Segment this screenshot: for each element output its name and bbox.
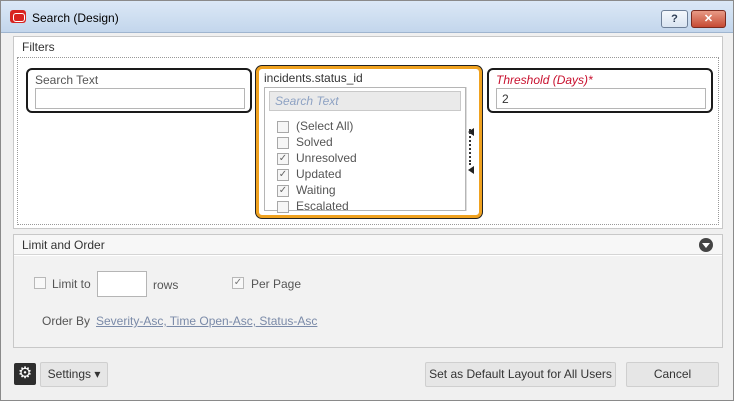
checkbox-escalated[interactable] — [277, 201, 289, 213]
window-title: Search (Design) — [32, 11, 119, 25]
cancel-button[interactable]: Cancel — [626, 362, 719, 387]
threshold-days-filter[interactable]: Threshold (Days)* — [487, 68, 713, 113]
limit-and-order-header[interactable]: Limit and Order — [14, 235, 722, 255]
arrow-left-icon — [468, 166, 474, 174]
filters-layout-area: Search Text incidents.status_id Search T… — [17, 57, 719, 225]
search-text-label: Search Text — [35, 73, 99, 87]
rows-label: rows — [153, 278, 179, 292]
rows-input[interactable] — [97, 271, 147, 297]
limit-to-label: Limit to — [52, 277, 91, 291]
settings-button[interactable]: Settings ▾ — [40, 362, 108, 387]
search-text-filter[interactable]: Search Text — [26, 68, 252, 113]
order-by-link[interactable]: Severity-Asc, Time Open-Asc, Status-Asc — [96, 314, 317, 328]
search-text-input[interactable] — [35, 88, 245, 109]
limit-and-order-panel: Limit and Order Limit to rows ✓ Per Page… — [13, 234, 723, 348]
checkbox-waiting[interactable]: ✓ — [277, 185, 289, 197]
resize-handle[interactable] — [466, 87, 474, 211]
option-label: Solved — [296, 135, 333, 149]
splitter-grip-icon[interactable] — [469, 129, 473, 165]
status-id-label: incidents.status_id — [264, 71, 363, 85]
collapse-icon[interactable] — [699, 238, 713, 252]
per-page-label: Per Page — [251, 277, 302, 291]
gear-icon[interactable]: ⚙ — [14, 363, 36, 385]
status-options-list: Search Text (Select All) Solved ✓ Unresol… — [264, 87, 466, 213]
status-search-field[interactable]: Search Text — [269, 91, 461, 111]
oracle-app-icon — [10, 10, 26, 23]
option-label: Escalated — [296, 199, 349, 213]
order-by-label: Order By — [42, 314, 91, 328]
checkbox-updated[interactable]: ✓ — [277, 169, 289, 181]
threshold-days-label: Threshold (Days)* — [496, 73, 593, 87]
status-id-filter[interactable]: incidents.status_id Search Text (Select … — [256, 66, 482, 218]
search-design-dialog: Search (Design) ? ✕ Filters Search Text … — [0, 0, 734, 401]
checkbox-unresolved[interactable]: ✓ — [277, 153, 289, 165]
option-label: Updated — [296, 167, 342, 181]
help-button[interactable]: ? — [661, 10, 688, 28]
checkbox-select-all[interactable] — [277, 121, 289, 133]
limit-and-order-title: Limit and Order — [22, 238, 105, 252]
filters-header: Filters — [14, 37, 722, 57]
option-label: Waiting — [296, 183, 336, 197]
option-label: Unresolved — [296, 151, 357, 165]
title-bar[interactable]: Search (Design) ? ✕ — [1, 1, 733, 33]
limit-and-order-body: Limit to rows ✓ Per Page Order By Severi… — [14, 256, 722, 347]
checkbox-solved[interactable] — [277, 137, 289, 149]
limit-checkbox[interactable] — [34, 277, 46, 289]
close-button[interactable]: ✕ — [691, 10, 726, 28]
threshold-days-input[interactable] — [496, 88, 706, 109]
filters-panel: Filters Search Text incidents.status_id … — [13, 36, 723, 229]
set-default-layout-button[interactable]: Set as Default Layout for All Users — [425, 362, 616, 387]
option-label: (Select All) — [296, 119, 354, 133]
per-page-checkbox[interactable]: ✓ — [232, 277, 244, 289]
